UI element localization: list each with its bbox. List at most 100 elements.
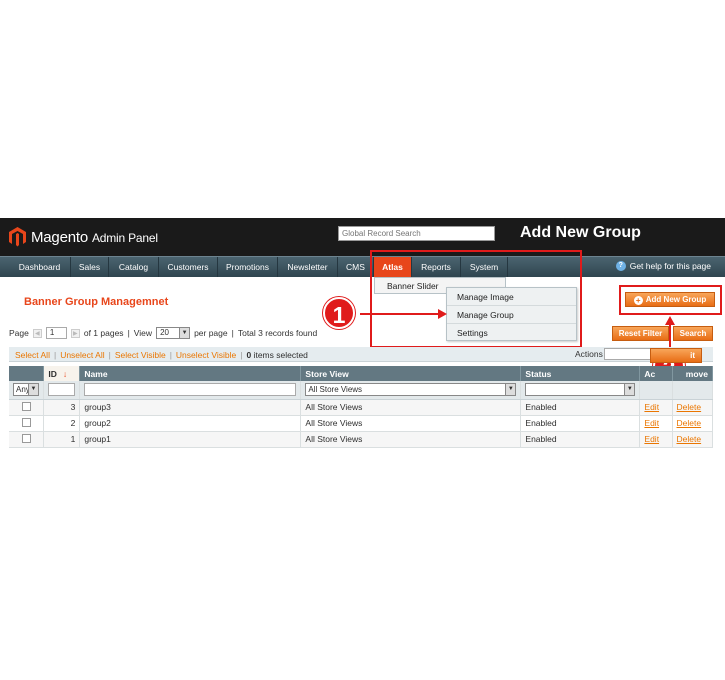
- cell-id: 2: [43, 415, 81, 432]
- callout-arrow-1: [360, 313, 440, 315]
- filter-id: [43, 381, 81, 400]
- filter-store-view: All Store Views ▼: [300, 381, 522, 400]
- nav-newsletter[interactable]: Newsletter: [278, 257, 338, 277]
- cell-status: Enabled: [520, 431, 641, 448]
- per-page-select[interactable]: 20 ▼: [156, 327, 191, 339]
- arrow-head-right-icon: [438, 309, 447, 319]
- filter-id-input[interactable]: [48, 383, 76, 397]
- banner-group-grid: ID ↓ Name Store View Status Ac move Any ▼ …: [9, 366, 714, 448]
- cell-status: Enabled: [520, 415, 641, 432]
- cell-edit: Edit: [639, 399, 673, 416]
- nav-customers[interactable]: Customers: [159, 257, 218, 277]
- cell-edit: Edit: [639, 431, 673, 448]
- next-page-icon[interactable]: ▶: [70, 328, 80, 338]
- nav-catalog[interactable]: Catalog: [109, 257, 159, 277]
- help-link[interactable]: ? Get help for this page: [615, 261, 711, 271]
- chevron-down-icon: ▼: [179, 328, 190, 338]
- filter-remove: [672, 381, 714, 400]
- cell-status: Enabled: [520, 399, 641, 416]
- total-records: Total 3 records found: [237, 328, 318, 338]
- edit-link[interactable]: Edit: [644, 434, 659, 444]
- nav-cms[interactable]: CMS: [338, 257, 374, 277]
- selected-count: 0: [246, 350, 252, 360]
- cell-store-view: All Store Views: [300, 431, 522, 448]
- magento-logo-icon: [9, 227, 26, 247]
- massaction-bar: Select All | Unselect All | Select Visible | U…: [9, 347, 713, 362]
- unselect-visible-link[interactable]: Unselect Visible: [176, 350, 236, 360]
- filter-name: [79, 381, 302, 400]
- grid-header-row: ID ↓ Name Store View Status Ac move: [9, 366, 714, 381]
- col-remove: move: [672, 366, 714, 381]
- cell-id: 3: [43, 399, 81, 416]
- help-icon: ?: [615, 261, 626, 271]
- sort-down-icon: ↓: [62, 368, 68, 379]
- pager-divider: |: [231, 328, 234, 338]
- cell-name: group2: [79, 415, 302, 432]
- global-record-search-input[interactable]: [338, 226, 495, 241]
- prev-page-icon[interactable]: ◀: [32, 328, 42, 338]
- select-all-link[interactable]: Select All: [15, 350, 50, 360]
- table-row[interactable]: 2 group2 All Store Views Enabled Edit De…: [9, 415, 714, 432]
- admin-header: Magento Admin Panel Add New Group: [0, 218, 725, 256]
- nav-promotions[interactable]: Promotions: [218, 257, 278, 277]
- store-view-select[interactable]: All Store Views ▼: [305, 383, 517, 397]
- filter-massaction: Any ▼: [9, 381, 45, 400]
- filter-name-input[interactable]: [84, 383, 297, 397]
- edit-link[interactable]: Edit: [644, 418, 659, 428]
- magento-logo[interactable]: Magento Admin Panel: [9, 227, 158, 247]
- cell-edit: Edit: [639, 415, 673, 432]
- delete-link[interactable]: Delete: [677, 434, 702, 444]
- col-checkbox: [9, 366, 45, 381]
- plus-icon: +: [633, 296, 643, 305]
- edit-link[interactable]: Edit: [644, 402, 659, 412]
- chevron-down-icon: ▼: [28, 384, 38, 396]
- callout-badge-1: 1: [323, 297, 355, 329]
- view-label: View: [133, 328, 153, 338]
- actions-label: Actions: [575, 349, 603, 359]
- cell-delete: Delete: [672, 431, 714, 448]
- cell-name: group3: [79, 399, 302, 416]
- cell-store-view: All Store Views: [300, 415, 522, 432]
- filter-status: ▼: [520, 381, 641, 400]
- of-pages-label: of 1 pages: [83, 328, 124, 338]
- page-number-input[interactable]: 1: [45, 327, 67, 339]
- col-name[interactable]: Name: [79, 366, 302, 381]
- reset-filter-button[interactable]: Reset Filter: [612, 326, 669, 341]
- chevron-down-icon: ▼: [505, 384, 516, 396]
- row-checkbox[interactable]: [21, 433, 31, 443]
- cell-name: group1: [79, 431, 302, 448]
- nav-sales[interactable]: Sales: [71, 257, 109, 277]
- arrow-head-up-icon: [665, 316, 675, 325]
- add-new-group-button[interactable]: + Add New Group: [625, 292, 715, 307]
- delete-link[interactable]: Delete: [677, 402, 702, 412]
- col-action: Ac: [639, 366, 673, 381]
- main-nav: Dashboard Sales Catalog Customers Promot…: [0, 256, 725, 277]
- unselect-all-link[interactable]: Unselect All: [60, 350, 104, 360]
- row-checkbox[interactable]: [21, 401, 31, 411]
- page-heading: Add New Group: [520, 224, 641, 241]
- selected-count-label: items selected: [253, 350, 308, 360]
- pager: Page ◀ 1 ▶ of 1 pages | View 20 ▼ per pag…: [9, 327, 317, 339]
- search-button[interactable]: Search: [673, 326, 713, 341]
- submit-button[interactable]: it: [650, 348, 702, 363]
- filter-action: [639, 381, 673, 400]
- nav-dashboard[interactable]: Dashboard: [9, 257, 71, 277]
- any-select[interactable]: Any ▼: [13, 383, 39, 397]
- delete-link[interactable]: Delete: [677, 418, 702, 428]
- table-row[interactable]: 1 group1 All Store Views Enabled Edit De…: [9, 431, 714, 448]
- per-page-label: per page: [194, 328, 228, 338]
- table-row[interactable]: 3 group3 All Store Views Enabled Edit De…: [9, 399, 714, 416]
- logo-text: Magento Admin Panel: [31, 228, 158, 246]
- col-status[interactable]: Status: [520, 366, 641, 381]
- col-store-view[interactable]: Store View: [300, 366, 522, 381]
- cell-store-view: All Store Views: [300, 399, 522, 416]
- page-label: Page: [9, 328, 29, 338]
- status-select[interactable]: ▼: [525, 383, 636, 397]
- cell-delete: Delete: [672, 415, 714, 432]
- col-id[interactable]: ID ↓: [43, 366, 81, 381]
- add-new-group-label: Add New Group: [645, 295, 707, 304]
- row-checkbox[interactable]: [21, 417, 31, 427]
- help-label: Get help for this page: [629, 261, 711, 271]
- select-visible-link[interactable]: Select Visible: [115, 350, 166, 360]
- cell-delete: Delete: [672, 399, 714, 416]
